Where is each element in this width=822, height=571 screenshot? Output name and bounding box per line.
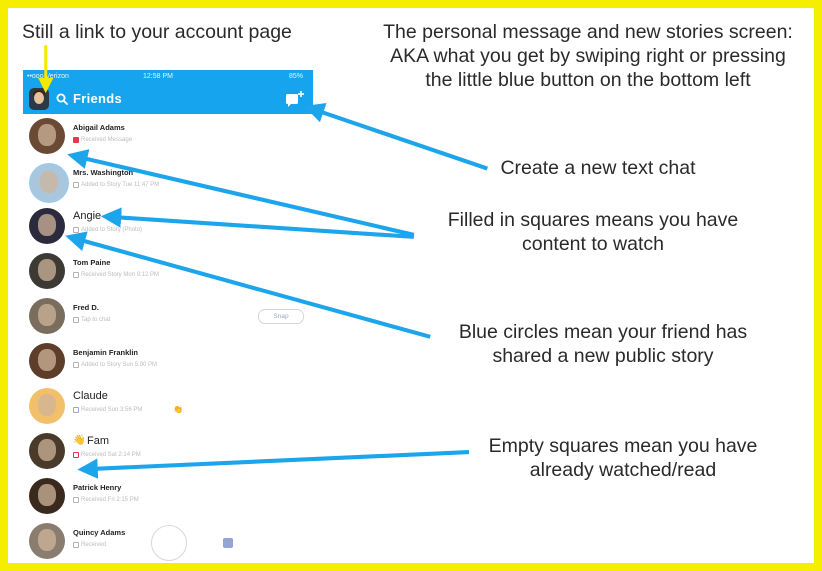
bottom-nav-dot[interactable] [223, 538, 233, 548]
filled-square-indicator [73, 137, 79, 143]
friend-status: Received Sun 3:56 PM [81, 407, 143, 413]
avatar-face [34, 92, 44, 104]
empty-square-indicator [73, 362, 79, 368]
friend-avatar[interactable] [29, 433, 65, 469]
empty-square-indicator [73, 227, 79, 233]
friend-row[interactable]: Mrs. Washington Added to Story Tue 11:47 … [23, 159, 313, 204]
avatar-portrait [38, 349, 56, 371]
friend-status: Added to Story Tue 11:47 PM [81, 182, 160, 188]
friend-row[interactable]: 👋 Fam Received Sat 2:14 PM [23, 429, 313, 474]
empty-square-indicator [73, 497, 79, 503]
arrow-icon [303, 102, 488, 171]
annotation-header: The personal message and new stories scr… [358, 20, 814, 92]
empty-square-indicator [73, 317, 79, 323]
empty-square-indicator [73, 272, 79, 278]
friend-name: Mrs. Washington [73, 168, 134, 177]
annotation-filled-squares: Filled in squares means you have content… [403, 208, 783, 256]
friend-name: Quincy Adams [73, 528, 126, 537]
friend-row[interactable]: Patrick Henry Received Fri 2:15 PM [23, 474, 313, 519]
empty-square-indicator [73, 542, 79, 548]
friend-status: Added to Story Sun 5:00 PM [81, 362, 158, 368]
friend-status: Received Message [81, 137, 133, 143]
friend-status: Received Sat 2:14 PM [81, 452, 141, 458]
avatar-portrait [38, 124, 56, 146]
clap-emoji-icon: 👏 [173, 405, 183, 414]
annotation-blue-line1: Blue circles mean your friend has [458, 321, 748, 343]
friend-avatar[interactable] [29, 343, 65, 379]
empty-square-indicator [73, 182, 79, 188]
avatar-portrait [38, 394, 56, 416]
friend-avatar[interactable] [29, 388, 65, 424]
friend-row[interactable]: Tom Paine Received Story Mon 9:12 PM [23, 249, 313, 294]
avatar-portrait [40, 171, 58, 193]
status-bar: ••ooo Verizon 12:58 PM 85% [23, 70, 313, 84]
snap-button[interactable]: Snap [258, 309, 304, 324]
annotation-header-line3: the little blue button on the bottom lef… [425, 69, 751, 91]
annotation-empty-line1: Empty squares mean you have [488, 435, 758, 457]
annotation-empty-squares: Empty squares mean you have already watc… [453, 434, 793, 482]
annotation-header-line2: AKA what you get by swiping right or pre… [390, 45, 786, 67]
avatar-portrait [38, 484, 56, 506]
wave-emoji-icon: 👋 [73, 435, 86, 446]
friend-name: Tom Paine [73, 258, 111, 267]
empty-square-indicator [73, 407, 79, 413]
avatar-portrait [38, 259, 56, 281]
new-chat-icon[interactable] [285, 90, 305, 108]
friend-status: Tap to chat [81, 317, 111, 323]
friend-name: Abigail Adams [73, 123, 125, 132]
friend-name: Patrick Henry [73, 483, 122, 492]
annotation-filled-line1: Filled in squares means you have [447, 209, 739, 231]
account-avatar-button[interactable] [29, 88, 49, 110]
status-battery: 85% [288, 73, 303, 80]
friend-avatar[interactable] [29, 163, 69, 203]
friend-row[interactable]: Abigail Adams Received Message [23, 114, 313, 159]
annotation-blue-line2: shared a new public story [492, 345, 714, 367]
friend-row[interactable]: Claude Received Sun 3:56 PM 👏 [23, 384, 313, 429]
status-carrier: ••ooo Verizon [27, 73, 69, 80]
friend-name: Angie [73, 210, 102, 222]
friend-name: Fam [87, 435, 109, 447]
avatar-portrait [38, 439, 56, 461]
friend-avatar[interactable] [29, 253, 65, 289]
friend-row[interactable]: Benjamin Franklin Added to Story Sun 5:00… [23, 339, 313, 384]
annotation-empty-line2: already watched/read [529, 459, 717, 481]
avatar-portrait [38, 529, 56, 551]
annotation-blue-circles: Blue circles mean your friend has shared… [418, 320, 788, 368]
friend-avatar[interactable] [29, 478, 65, 514]
annotation-account-link: Still a link to your account page [22, 20, 342, 44]
friend-row[interactable]: Angie Added to Story (Photo) [23, 204, 313, 249]
empty-square-indicator [73, 452, 79, 458]
phone-screen: ••ooo Verizon 12:58 PM 85% Friends Abiga… [23, 70, 313, 563]
friend-avatar[interactable] [29, 298, 65, 334]
friend-row[interactable]: Fred D. Tap to chat Snap [23, 294, 313, 339]
annotation-new-chat-text: Create a new text chat [500, 157, 696, 179]
annotation-new-chat: Create a new text chat [468, 156, 728, 180]
status-time: 12:58 PM [143, 73, 173, 80]
friend-name: Benjamin Franklin [73, 348, 139, 357]
friend-status: Received Fri 2:15 PM [81, 497, 139, 503]
friends-navbar: Friends [23, 84, 313, 114]
avatar-portrait [38, 214, 56, 236]
annotation-account-link-text: Still a link to your account page [22, 21, 292, 43]
friend-name: Claude [73, 390, 108, 402]
friend-avatar[interactable] [29, 118, 65, 154]
annotation-filled-line2: content to watch [521, 233, 664, 255]
friend-status: Received [81, 542, 107, 548]
friends-list: Abigail Adams Received Message Mrs. Washin… [23, 114, 313, 563]
navbar-title[interactable]: Friends [73, 91, 122, 106]
camera-button-ghost[interactable] [151, 525, 187, 561]
avatar-portrait [38, 304, 56, 326]
annotated-screenshot: Still a link to your account page The pe… [8, 8, 814, 563]
friend-status: Received Story Mon 9:12 PM [81, 272, 160, 278]
friend-avatar[interactable] [29, 523, 65, 559]
friend-name: Fred D. [73, 303, 99, 312]
annotation-header-line1: The personal message and new stories scr… [383, 21, 793, 43]
friend-status: Added to Story (Photo) [81, 227, 143, 233]
friend-avatar[interactable] [29, 208, 65, 244]
search-icon[interactable] [56, 93, 68, 105]
